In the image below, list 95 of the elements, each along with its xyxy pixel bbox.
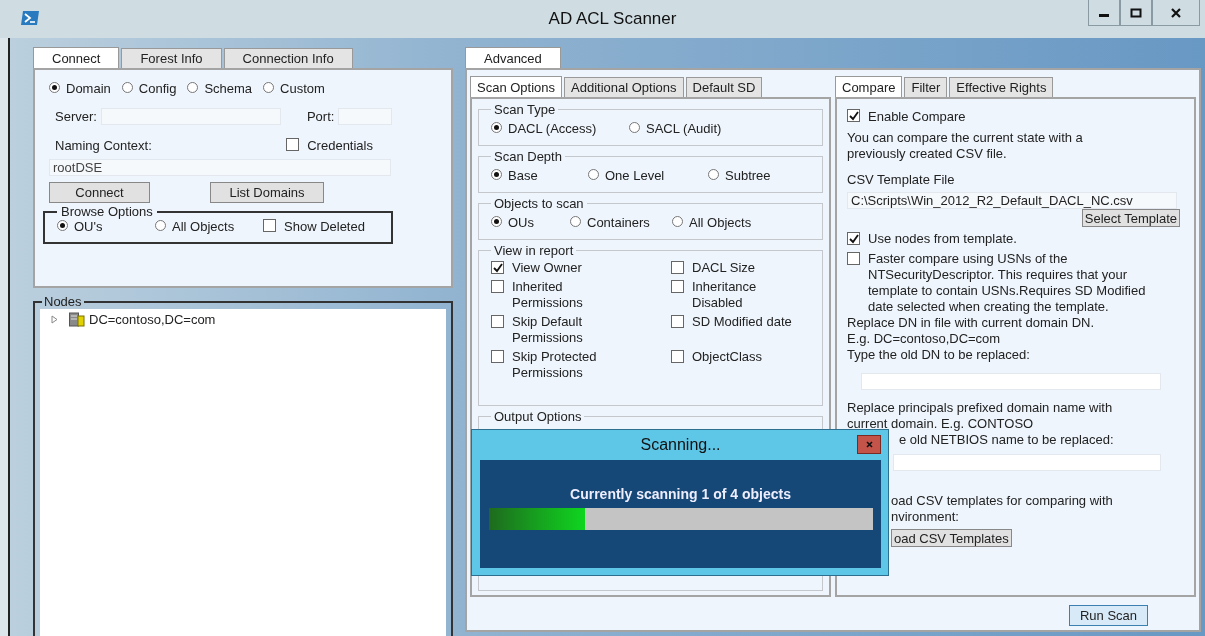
description-text: You can compare the current state with a previously created CSV file. [847, 130, 1084, 162]
group-title: Scan Depth [493, 149, 563, 164]
dialog-title: Scanning... [640, 436, 721, 454]
radio-button[interactable]: All Objects [672, 214, 752, 230]
connect-button[interactable]: Connect [49, 182, 150, 203]
radio-icon[interactable] [588, 168, 599, 180]
radio-button[interactable]: Config [121, 80, 177, 96]
radio-button[interactable]: SACL (Audit) [629, 120, 722, 136]
tab[interactable]: Connection Info [223, 48, 353, 68]
list-domains-button[interactable]: List Domains [210, 182, 324, 203]
tab[interactable]: Forest Info [121, 48, 222, 68]
checkbox[interactable]: Inheritance Disabled [671, 279, 811, 311]
minimize-button[interactable] [1088, 0, 1120, 26]
group-title: Output Options [493, 409, 583, 424]
radio-icon[interactable] [57, 220, 68, 231]
radio-button[interactable]: Schema [187, 80, 253, 96]
checkbox[interactable]: ObjectClass [671, 349, 811, 381]
radio-icon[interactable] [672, 215, 683, 227]
radio-button[interactable]: OUs [491, 214, 570, 230]
checkbox[interactable]: Enable Compare [847, 109, 966, 124]
radio-icon[interactable] [263, 81, 275, 93]
close-icon [1170, 7, 1182, 18]
group-title: Scan Type [493, 102, 557, 117]
tree-item[interactable]: DC=contoso,DC=com [89, 312, 216, 327]
radio-icon[interactable] [155, 220, 166, 231]
instruction-text: Replace DN in file with current domain DN. [847, 315, 1095, 331]
server-label: Server: [54, 108, 97, 124]
radio-icon[interactable] [187, 81, 199, 93]
instruction-text: e old NETBIOS name to be replaced: [899, 432, 1114, 448]
radio-button[interactable]: OU's [57, 219, 155, 234]
checkmark-icon [492, 262, 503, 273]
checkbox[interactable]: Use nodes from template. [847, 231, 1017, 247]
checkbox[interactable]: DACL Size [671, 260, 811, 276]
radio-button[interactable]: DACL (Access) [491, 120, 629, 136]
checkbox[interactable]: View Owner [491, 260, 671, 276]
tab[interactable]: Advanced [465, 47, 561, 68]
checkbox[interactable]: Skip Protected Permissions [491, 349, 671, 381]
close-icon [865, 441, 873, 448]
instruction-text: oad CSV templates for comparing with [891, 493, 1113, 509]
radio-icon[interactable] [570, 215, 581, 227]
minimize-icon [1099, 14, 1109, 17]
tab[interactable]: Scan Options [470, 76, 563, 97]
radio-button[interactable]: Subtree [708, 167, 771, 183]
close-button[interactable] [1152, 0, 1200, 26]
naming-context-field[interactable]: rootDSE [49, 159, 391, 176]
server-icon [69, 312, 85, 327]
radio-button[interactable]: Base [491, 167, 588, 183]
radio-button[interactable]: One Level [588, 167, 708, 183]
expander-icon[interactable] [50, 315, 59, 324]
tab[interactable]: Filter [904, 77, 948, 97]
checkbox[interactable]: Credentials [286, 138, 373, 153]
group-title: Nodes [43, 294, 83, 309]
old-dn-field[interactable] [861, 373, 1161, 390]
app-icon [20, 9, 40, 26]
checkbox[interactable]: Faster compare using USNs of the NTSecurityDescriptor. This requires that your template to contain USNs.Requires SD Modified date selected when creating the template. [847, 251, 1164, 315]
radio-icon[interactable] [491, 215, 502, 227]
checkmark-icon [848, 233, 859, 244]
radio-icon[interactable] [491, 121, 502, 133]
radio-button[interactable]: Domain [49, 80, 111, 96]
download-templates-button[interactable]: oad CSV Templates [891, 529, 1012, 547]
select-template-button[interactable]: Select Template [1081, 209, 1180, 227]
checkmark-icon [848, 110, 859, 121]
template-label: CSV Template File [847, 172, 955, 187]
checkbox[interactable]: Skip Default Permissions [491, 314, 671, 346]
old-netbios-field[interactable] [893, 454, 1161, 471]
group-title: View in report [493, 243, 575, 258]
window-title: AD ACL Scanner [548, 9, 677, 29]
radio-button[interactable]: All Objects [155, 219, 263, 234]
group-title: Objects to scan [493, 196, 585, 211]
naming-context-label: Naming Context: [54, 138, 152, 153]
run-scan-button[interactable]: Run Scan [1069, 605, 1148, 626]
radio-icon[interactable] [491, 168, 502, 180]
instruction-text: nvironment: [891, 509, 959, 525]
port-label: Port: [305, 108, 335, 124]
radio-icon[interactable] [121, 81, 133, 93]
group-title: Browse Options [60, 204, 154, 219]
maximize-icon [1130, 7, 1142, 18]
progress-message: Currently scanning 1 of 4 objects [570, 486, 791, 502]
radio-icon[interactable] [708, 168, 719, 180]
checkbox[interactable]: SD Modified date [671, 314, 811, 346]
radio-icon[interactable] [49, 81, 60, 93]
tab[interactable]: Default SD [685, 77, 763, 97]
template-path-field[interactable]: C:\Scripts\Win_2012_R2_Default_DACL_NC.csv [847, 192, 1177, 209]
instruction-text: E.g. DC=contoso,DC=com [847, 331, 1001, 347]
tab[interactable]: Additional Options [564, 77, 684, 97]
tab[interactable]: Connect [33, 47, 120, 68]
tab[interactable]: Compare [835, 76, 903, 97]
maximize-button[interactable] [1120, 0, 1152, 26]
radio-icon[interactable] [629, 121, 640, 133]
instruction-text: Type the old DN to be replaced: [847, 347, 1030, 363]
tab[interactable]: Effective Rights [949, 77, 1054, 97]
checkbox[interactable]: Inherited Permissions [491, 279, 671, 311]
checkbox[interactable]: Show Deleted [263, 219, 365, 234]
radio-button[interactable]: Custom [263, 80, 325, 96]
radio-button[interactable]: Containers [570, 214, 672, 230]
